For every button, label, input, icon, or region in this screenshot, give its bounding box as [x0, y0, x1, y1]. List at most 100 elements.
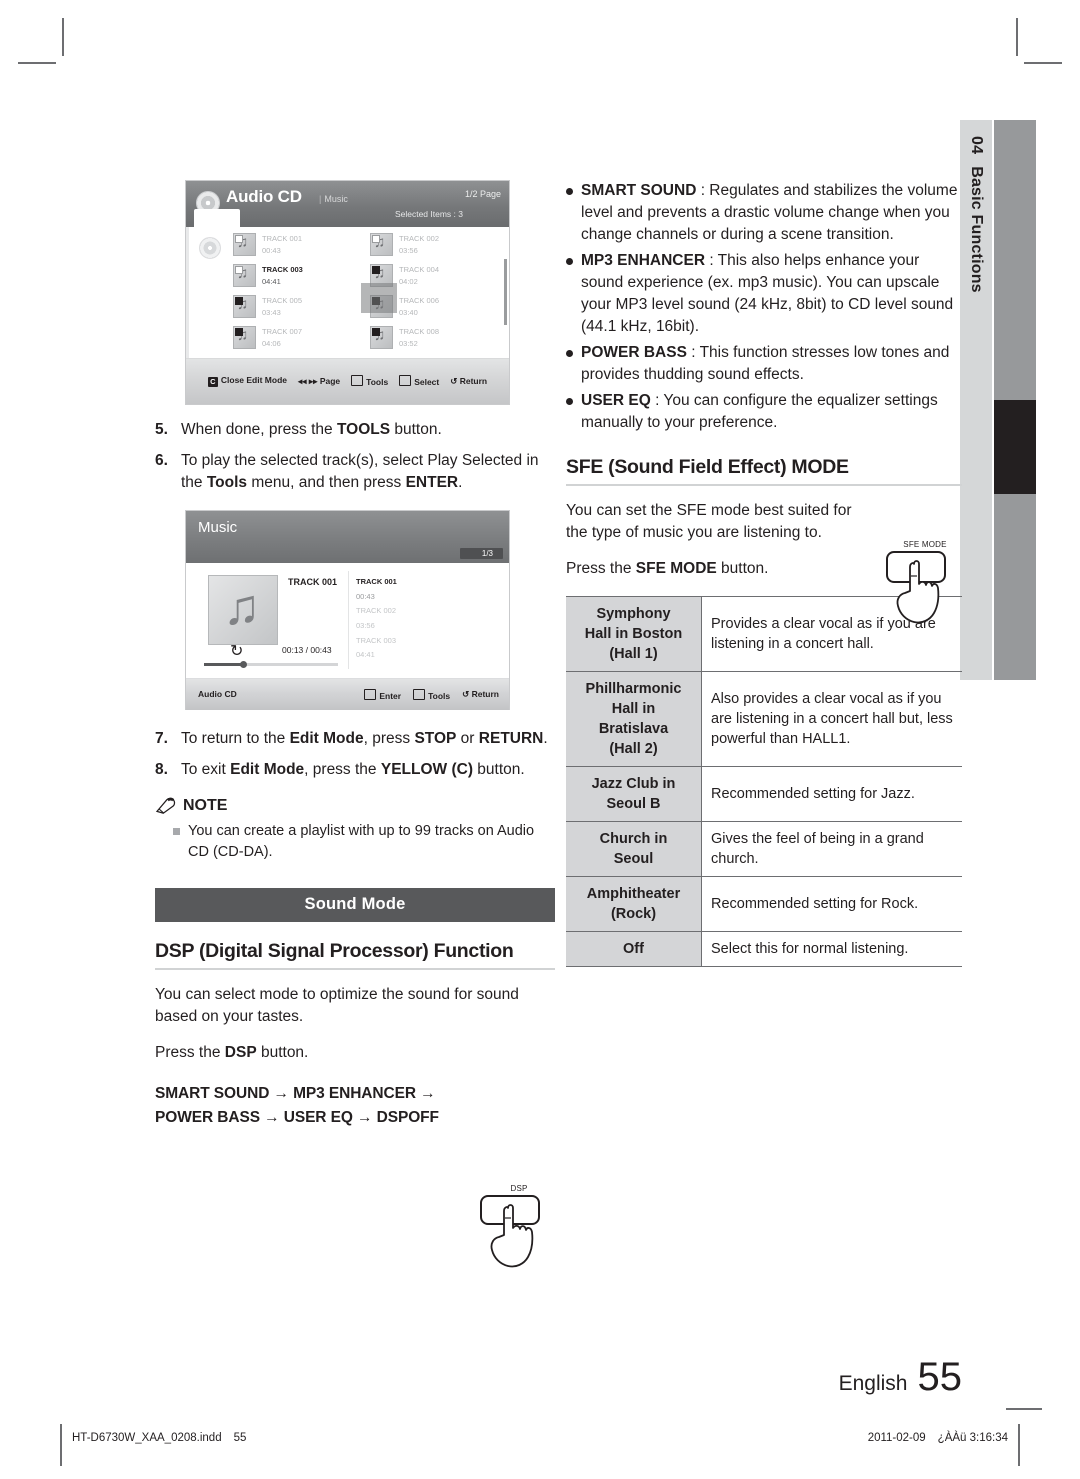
music-playlist-track-name[interactable]: TRACK 003: [356, 634, 397, 649]
step-text: When done, press the TOOLS button.: [181, 419, 555, 441]
enter-action[interactable]: Enter: [364, 689, 401, 701]
dsp-hand-pressing-button-icon: [480, 1195, 540, 1268]
yellow-c-key-icon: C: [207, 377, 218, 387]
left-column: Audio CD Music 1/2 Page Selected Items :…: [155, 180, 555, 1130]
bullet-text: POWER BASS : This function stresses low …: [581, 342, 962, 386]
sfe-mode-description-cell: Select this for normal listening.: [711, 941, 909, 957]
music-playlist-track-name[interactable]: TRACK 001: [356, 575, 397, 590]
audio-cd-track-meta: TRACK 008 03:52: [399, 326, 439, 349]
bullet-term: SMART SOUND: [581, 182, 697, 199]
audio-cd-track-area: TRACK 001 00:43 TRACK 002 03:56 TRACK 003 04:…: [186, 227, 509, 358]
audio-cd-track-item[interactable]: TRACK 002 03:56: [370, 233, 499, 263]
bullet-text: USER EQ : You can configure the equalize…: [581, 390, 962, 434]
music-playlist-track-time: 04:41: [356, 650, 375, 660]
chapter-number: 04: [968, 136, 985, 155]
track-checkbox-icon[interactable]: [372, 328, 380, 336]
audio-cd-track-item[interactable]: TRACK 005 03:43: [233, 295, 362, 325]
dsp-press-seg-1: DSP: [224, 1044, 257, 1062]
music-return-action[interactable]: ↺ Return: [462, 689, 499, 701]
note-label: NOTE: [183, 797, 228, 814]
print-file-info: HT-D6730W_XAA_0208.indd 55: [72, 1432, 246, 1444]
music-playlist-track-name[interactable]: TRACK 002: [356, 604, 397, 619]
select-action[interactable]: Select: [399, 375, 439, 387]
note-item: You can create a playlist with up to 99 …: [155, 821, 555, 862]
side-tab-dark-marker: [994, 400, 1036, 494]
sfe-mode-name-line: Bratislava: [598, 721, 669, 737]
close-edit-mode-action[interactable]: C Close Edit Mode: [207, 375, 287, 387]
step-text: To exit Edit Mode, press the YELLOW (C) …: [181, 759, 555, 781]
return-action[interactable]: ↺ Return: [450, 376, 487, 387]
sfe-mode-name-line: (Hall 2): [609, 741, 658, 757]
music-return-label: Return: [471, 689, 499, 699]
sfe-mode-description-cell: Also provides a clear vocal as if you ar…: [711, 691, 953, 747]
track-checkbox-icon[interactable]: [235, 328, 243, 336]
track-checkbox-icon[interactable]: [372, 266, 380, 274]
crop-mark-top-right-vertical: [1016, 18, 1018, 56]
audio-cd-track-meta: TRACK 004 04:02: [399, 264, 439, 287]
audio-cd-track-item[interactable]: TRACK 003 04:41: [233, 264, 362, 294]
sfe-mode-name-cell: Off: [566, 931, 702, 967]
music-source-label: Audio CD: [198, 689, 237, 699]
audio-cd-highlight-overlay: [361, 283, 397, 313]
bullet-term: USER EQ: [581, 392, 651, 409]
music-tools-label: Tools: [428, 691, 451, 701]
progress-handle[interactable]: [240, 661, 247, 668]
page-action[interactable]: ◂◂ ▸▸ Page: [298, 376, 340, 387]
audio-cd-scrollbar[interactable]: [504, 259, 507, 325]
select-icon: [399, 375, 412, 386]
bullet-text: MP3 ENHANCER : This also helps enhance y…: [581, 250, 962, 338]
tools-action[interactable]: Tools: [351, 375, 388, 387]
sfe-table-row: Jazz Club in Seoul B Recommended setting f…: [566, 766, 962, 822]
step-bottom-0-seg-0: To return to the: [181, 730, 290, 747]
steps-list-bottom: 7. To return to the Edit Mode, press STOP…: [155, 728, 555, 781]
note-heading: NOTE: [155, 797, 555, 815]
audio-cd-footer-actions: C Close Edit Mode ◂◂ ▸▸ Page Tools Select…: [186, 375, 509, 387]
audio-cd-track-item[interactable]: TRACK 007 04:06: [233, 326, 362, 356]
music-note-thumbnail-icon: [233, 295, 256, 318]
audio-cd-track-meta: TRACK 003 04:41: [262, 264, 303, 287]
sound-mode-bullet: USER EQ : You can configure the equalize…: [566, 390, 962, 434]
dsp-heading: DSP (Digital Signal Processor) Function: [155, 940, 555, 971]
audio-cd-track-item[interactable]: TRACK 008 03:52: [370, 326, 499, 356]
sfe-mode-description-cell: Recommended setting for Jazz.: [711, 786, 915, 802]
audio-cd-track-name: TRACK 008: [399, 327, 440, 336]
tools-icon: [351, 375, 364, 386]
track-checkbox-icon[interactable]: [235, 266, 243, 274]
instruction-step: 5. When done, press the TOOLS button.: [155, 419, 555, 441]
enter-icon: [364, 689, 377, 700]
dsp-flow-line-2: POWER BASS → USER EQ → DSPOFF: [155, 1109, 439, 1127]
music-note-thumbnail-icon: [370, 326, 393, 349]
bullet-term: MP3 ENHANCER: [581, 252, 706, 269]
step-bottom-1-seg-2: , press the: [304, 761, 381, 778]
sfe-table-row: Phillharmonic Hall in Bratislava (Hall 2) Al…: [566, 671, 962, 767]
music-note-thumbnail-icon: [233, 326, 256, 349]
track-checkbox-icon[interactable]: [235, 235, 243, 243]
sfe-button-cap-label: SFE MODE: [903, 540, 947, 549]
sfe-mode-table: Symphony Hall in Boston (Hall 1) Provides a…: [566, 596, 962, 967]
note-item-text: You can create a playlist with up to 99 …: [188, 823, 535, 860]
sfe-mode-name-line: Seoul B: [606, 796, 661, 812]
music-tools-action[interactable]: Tools: [413, 689, 450, 701]
track-checkbox-icon[interactable]: [372, 235, 380, 243]
music-note-thumbnail-icon: [233, 233, 256, 256]
audio-cd-footer-bar: C Close Edit Mode ◂◂ ▸▸ Page Tools Select…: [186, 358, 509, 404]
sfe-mode-name-cell: Church in Seoul: [566, 821, 702, 877]
crop-mark-top-left-horizontal: [18, 62, 56, 64]
enter-label: Enter: [379, 691, 402, 701]
sfe-mode-name-line: (Hall 1): [609, 646, 658, 662]
progress-bar[interactable]: [204, 661, 338, 668]
audio-cd-track-name: TRACK 006: [399, 296, 440, 305]
step-number: 5.: [155, 421, 168, 438]
sfe-mode-name-line: Phillharmonic: [585, 681, 682, 697]
step-bottom-0-seg-2: , press: [363, 730, 415, 747]
audio-cd-track-time: 04:02: [399, 276, 418, 286]
album-art-icon: [208, 575, 278, 645]
note-items: You can create a playlist with up to 99 …: [155, 821, 555, 862]
audio-cd-tab-notch: [194, 209, 240, 227]
sfe-mode-name-line: Church in: [599, 831, 668, 847]
audio-cd-track-meta: TRACK 005 03:43: [262, 295, 302, 318]
sfe-table-row: Church in Seoul Gives the feel of being in…: [566, 821, 962, 877]
audio-cd-track-item[interactable]: TRACK 001 00:43: [233, 233, 362, 263]
music-divider: [348, 571, 349, 669]
track-checkbox-icon[interactable]: [235, 297, 243, 305]
